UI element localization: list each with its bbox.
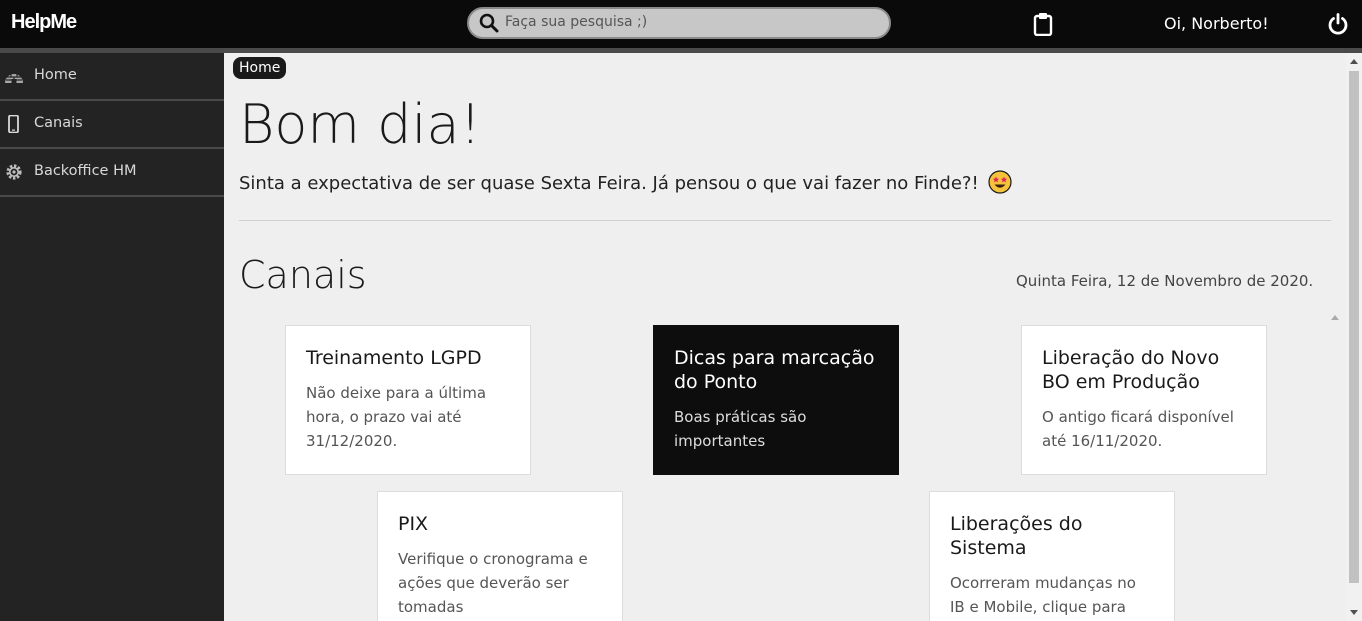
app-logo[interactable]: HelpMe xyxy=(11,11,77,34)
section-divider xyxy=(239,220,1331,221)
sidebar-item-label: Backoffice HM xyxy=(34,163,137,179)
sidebar-item-home[interactable]: Home xyxy=(0,53,224,101)
user-greeting[interactable]: Oi, Norberto! xyxy=(1164,14,1269,33)
mobile-icon xyxy=(8,115,19,133)
channel-card[interactable]: Treinamento LGPD Não deixe para a última… xyxy=(285,325,531,475)
card-description: Não deixe para a última hora, o prazo va… xyxy=(306,384,487,450)
channel-card[interactable]: Liberação do Novo BO em Produção O antig… xyxy=(1021,325,1267,475)
current-date: Quinta Feira, 12 de Novembro de 2020. xyxy=(1016,272,1314,290)
search-input[interactable]: Faça sua pesquisa ;) xyxy=(505,14,647,30)
clipboard-icon[interactable] xyxy=(1033,12,1053,36)
scrollbar-thumb[interactable] xyxy=(1349,71,1359,583)
top-bar: HelpMe Faça sua pesquisa ;) Oi, Norberto… xyxy=(0,0,1362,48)
card-title: Liberação do Novo BO em Produção xyxy=(1042,347,1220,393)
page-scrollbar[interactable] xyxy=(1346,53,1362,621)
sidebar-item-label: Canais xyxy=(34,115,83,131)
card-title: Treinamento LGPD xyxy=(306,347,482,369)
scroll-up-arrow-icon[interactable] xyxy=(1350,59,1358,64)
card-description: O antigo ficará disponível até 16/11/202… xyxy=(1042,408,1234,450)
inner-scroll-arrow-icon[interactable] xyxy=(1331,315,1339,320)
sidebar-item-canais[interactable]: Canais xyxy=(0,101,224,149)
card-description: Verifique o cronograma e ações que dever… xyxy=(398,550,588,616)
channel-card[interactable]: Liberações do Sistema Ocorreram mudanças… xyxy=(929,491,1175,621)
card-title: Dicas para marcação do Ponto xyxy=(674,347,875,393)
channel-card-highlighted[interactable]: Dicas para marcação do Ponto Boas prátic… xyxy=(653,325,899,475)
breadcrumb[interactable]: Home xyxy=(233,57,287,79)
card-description: Ocorreram mudanças no IB e Mobile, cliqu… xyxy=(950,574,1136,616)
sidebar-item-label: Home xyxy=(34,67,77,83)
power-icon[interactable] xyxy=(1327,13,1349,35)
search-icon[interactable] xyxy=(479,13,499,33)
card-description: Boas práticas são importantes xyxy=(674,408,807,450)
sidebar: Home Canais Backoffice HM xyxy=(0,53,224,621)
card-title: Liberações do Sistema xyxy=(950,513,1083,559)
gear-icon xyxy=(6,164,22,180)
star-struck-emoji-icon xyxy=(988,170,1013,194)
subtitle-text: Sinta a expectativa de ser quase Sexta F… xyxy=(239,173,979,194)
channel-card[interactable]: PIX Verifique o cronograma e ações que d… xyxy=(377,491,623,621)
card-title: PIX xyxy=(398,513,429,535)
sidebar-item-backoffice[interactable]: Backoffice HM xyxy=(0,149,224,197)
search-bar[interactable]: Faça sua pesquisa ;) xyxy=(467,7,891,39)
igloo-icon xyxy=(5,72,23,83)
main-content: Home Bom dia! Sinta a expectativa de ser… xyxy=(224,53,1346,621)
section-title: Canais xyxy=(239,253,367,297)
page-title: Bom dia! xyxy=(239,93,482,156)
greeting-subtitle: Sinta a expectativa de ser quase Sexta F… xyxy=(239,170,1013,194)
scroll-down-arrow-icon[interactable] xyxy=(1350,610,1358,615)
